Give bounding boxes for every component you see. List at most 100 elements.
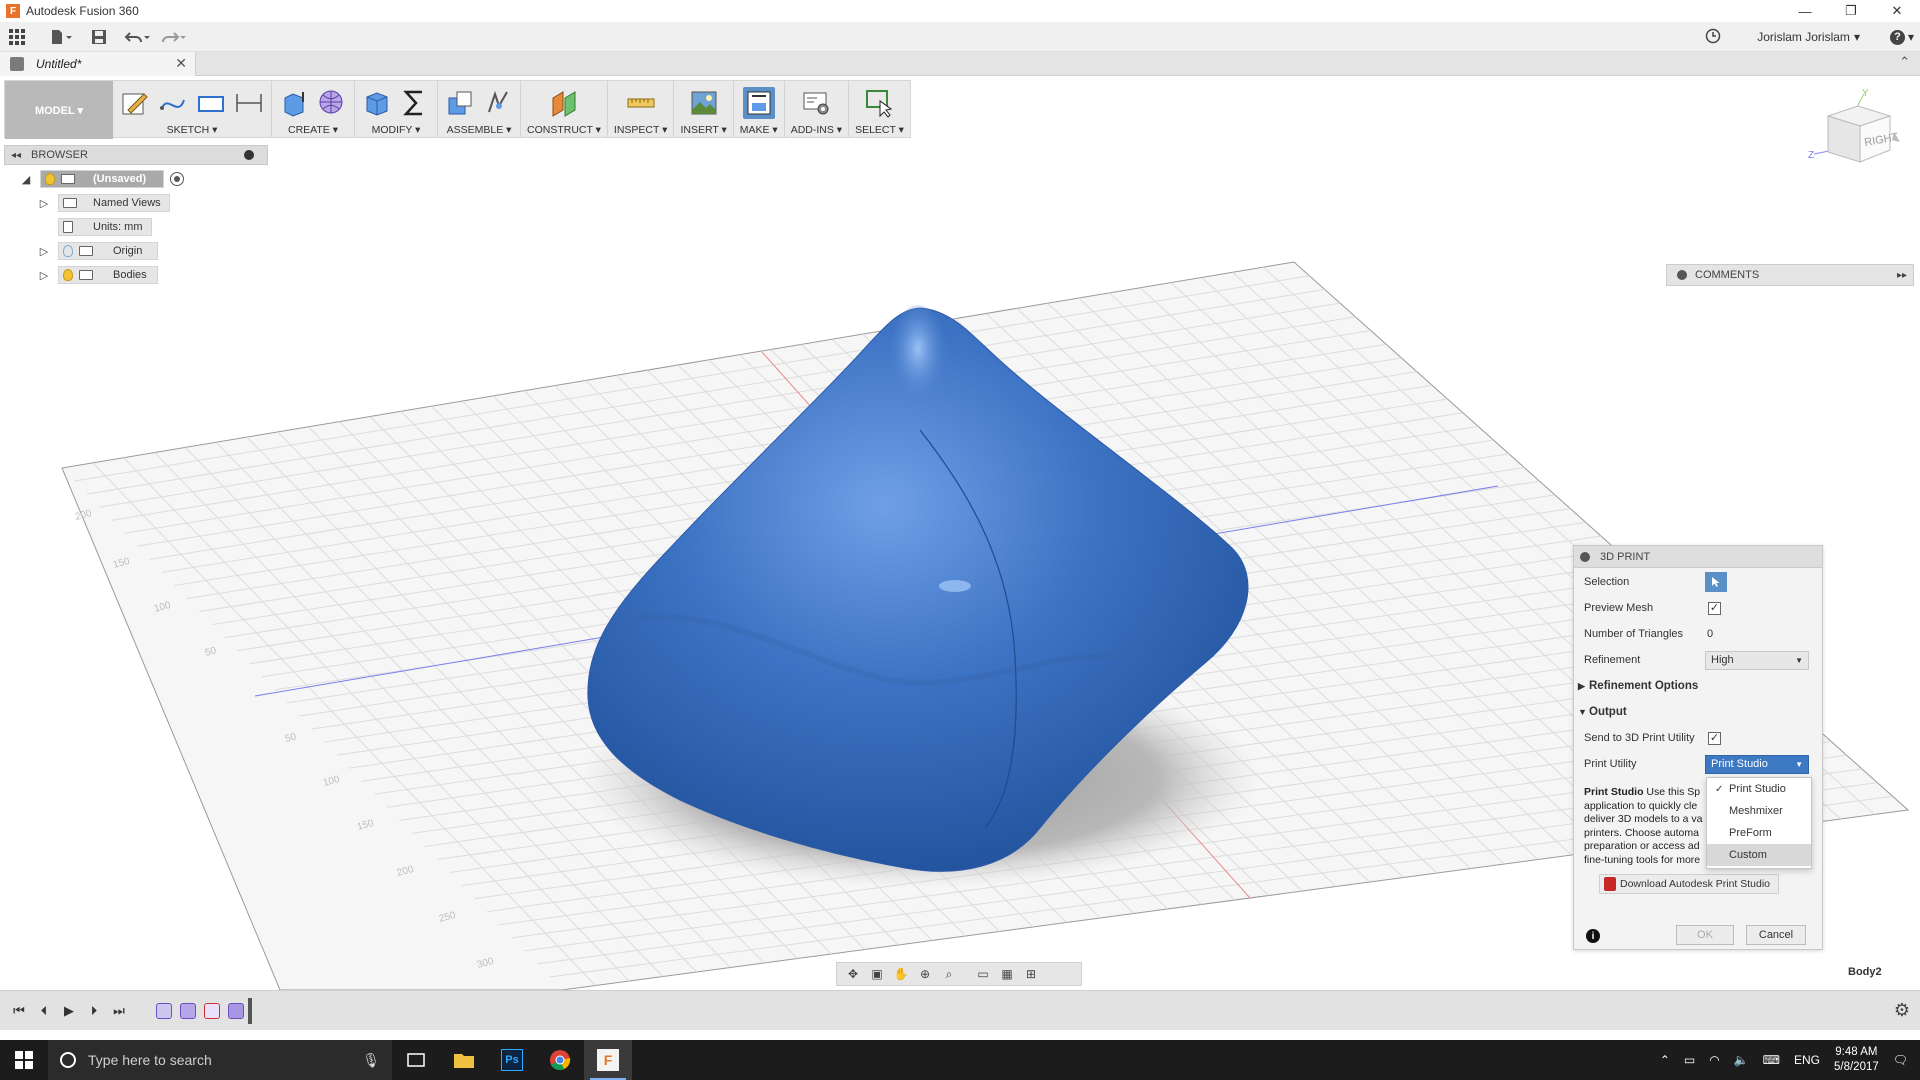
toolbar-group-label[interactable]: SELECT ▾ [855,124,904,136]
minimize-button[interactable]: — [1782,0,1828,22]
visibility-bulb-off-icon[interactable] [63,245,73,257]
create-form-icon[interactable] [316,87,348,119]
photoshop-app[interactable]: Ps [488,1040,536,1080]
toolbar-group-label[interactable]: ADD-INS ▾ [791,124,842,136]
3d-print-icon[interactable] [742,87,775,119]
toolbar-group-label[interactable]: CREATE ▾ [288,124,338,136]
timeline-feature-form-icon[interactable] [156,1002,172,1019]
collapse-browser-icon[interactable]: ◂◂ [11,150,21,161]
line-tool-icon[interactable] [157,87,189,119]
dropdown-option[interactable]: PreForm [1707,822,1811,844]
visibility-bulb-icon[interactable] [63,269,73,281]
print-utility-select[interactable]: Print Studio ▼ [1705,754,1809,774]
close-button[interactable]: ✕ [1874,0,1920,22]
measure-icon[interactable] [625,87,657,119]
expand-triangle-icon[interactable]: ▷ [38,197,50,210]
language-indicator[interactable]: ENG [1794,1053,1820,1067]
microphone-icon[interactable]: 🎙 [362,1052,380,1069]
step-back-icon[interactable]: ⏴ [33,1000,55,1022]
insert-image-icon[interactable] [688,87,720,119]
taskbar-search[interactable]: Type here to search 🎙 [48,1040,392,1080]
battery-icon[interactable]: ▭ [1684,1053,1695,1067]
visibility-bulb-icon[interactable] [45,173,55,185]
create-sketch-icon[interactable] [119,87,151,119]
chrome-app[interactable] [536,1040,584,1080]
toolbar-group-label[interactable]: MAKE ▾ [740,124,778,136]
refinement-select[interactable]: High ▼ [1705,650,1809,670]
restore-button[interactable]: ❐ [1828,0,1874,22]
named-views-chip[interactable]: Named Views [58,194,170,212]
root-component-chip[interactable]: (Unsaved) [40,170,164,188]
tree-node-named-views[interactable]: ▷ Named Views [4,191,268,215]
bodies-chip[interactable]: Bodies [58,266,158,284]
display-settings-icon[interactable]: ▭ [973,965,993,983]
download-print-studio-button[interactable]: Download Autodesk Print Studio [1599,874,1779,894]
dimension-tool-icon[interactable] [233,87,265,119]
toolbar-group-label[interactable]: MODIFY ▾ [372,124,421,136]
dropdown-option[interactable]: Custom [1707,844,1811,866]
file-menu-icon[interactable] [48,24,74,50]
timeline-settings-gear-icon[interactable]: ⚙ [1894,1000,1910,1021]
units-chip[interactable]: Units: mm [58,218,152,236]
timeline-marker[interactable] [248,997,252,1024]
fit-zoom-icon[interactable]: ⌕ [939,965,959,983]
go-to-end-icon[interactable]: ⏭ [108,1000,130,1022]
toolbar-group-label[interactable]: ASSEMBLE ▾ [447,124,512,136]
output-section[interactable]: ▼ Output [1574,702,1824,722]
scripts-addins-icon[interactable] [800,87,832,119]
orbit-icon[interactable]: ✥ [843,965,863,983]
timeline-feature-form-icon[interactable] [228,1002,244,1019]
toolbar-group-label[interactable]: CONSTRUCT ▾ [527,124,601,136]
compute-sigma-icon[interactable] [399,87,431,119]
tree-node-root[interactable]: ◢ (Unsaved) [4,167,268,191]
help-menu[interactable]: ? ▾ [1889,29,1914,45]
new-component-icon[interactable] [444,87,476,119]
tree-node-units[interactable]: Units: mm [4,215,268,239]
ok-button[interactable]: OK [1676,925,1734,945]
keyboard-icon[interactable]: ⌨ [1763,1053,1780,1067]
toolbar-group-label[interactable]: SKETCH ▾ [167,124,218,136]
collapse-toolbar-icon[interactable]: ⌃ [1899,54,1910,70]
close-tab-button[interactable]: ✕ [175,55,187,72]
data-panel-grid-icon[interactable] [4,24,30,50]
workspace-mode-button[interactable]: MODEL ▾ [5,81,113,139]
cancel-button[interactable]: Cancel [1746,925,1806,945]
job-status-clock-icon[interactable] [1705,28,1721,47]
wifi-icon[interactable]: ◠ [1709,1053,1719,1067]
browser-pin-icon[interactable] [244,150,254,160]
timeline-feature-edit-icon[interactable] [204,1002,220,1019]
refinement-options-section[interactable]: ▶ Refinement Options [1574,676,1824,696]
expand-comments-icon[interactable]: ▸▸ [1897,270,1907,281]
activate-component-icon[interactable] [170,172,184,186]
fusion-360-app[interactable]: F [584,1040,632,1080]
tree-node-bodies[interactable]: ▷ Bodies [4,263,268,287]
collapse-dialog-icon[interactable] [1580,551,1590,562]
dialog-header[interactable]: 3D PRINT [1574,546,1822,568]
look-at-icon[interactable]: ▣ [867,965,887,983]
show-hidden-icons-icon[interactable]: ⌃ [1660,1053,1670,1067]
send-to-utility-checkbox[interactable]: ✓ [1708,731,1721,745]
select-icon[interactable] [863,87,895,119]
rectangle-tool-icon[interactable] [195,87,227,119]
dropdown-option[interactable]: ✓ Print Studio [1707,778,1811,800]
toolbar-group-label[interactable]: INSERT ▾ [680,124,726,136]
pan-hand-icon[interactable]: ✋ [891,965,911,983]
viewports-icon[interactable]: ⊞ [1021,965,1041,983]
system-clock[interactable]: 9:48 AM 5/8/2017 [1834,1045,1879,1075]
browser-header[interactable]: ◂◂ BROWSER [4,145,268,165]
expand-triangle-icon[interactable]: ▷ [38,245,50,258]
zoom-icon[interactable]: ⊕ [915,965,935,983]
view-cube[interactable]: RIGHT Y Z [1808,88,1908,188]
user-menu[interactable]: Jorislam Jorislam ▾ [1757,30,1860,44]
play-icon[interactable]: ▶ [58,1000,80,1022]
collapse-triangle-icon[interactable]: ◢ [20,173,32,186]
preview-mesh-checkbox[interactable]: ✓ [1708,601,1721,615]
press-pull-icon[interactable] [361,87,393,119]
file-explorer-app[interactable] [440,1040,488,1080]
go-to-start-icon[interactable]: ⏮ [8,1000,30,1022]
action-center-icon[interactable]: 🗨 [1893,1053,1908,1067]
save-icon[interactable] [86,24,112,50]
offset-plane-icon[interactable] [548,87,580,119]
undo-icon[interactable] [124,24,150,50]
tree-node-origin[interactable]: ▷ Origin [4,239,268,263]
